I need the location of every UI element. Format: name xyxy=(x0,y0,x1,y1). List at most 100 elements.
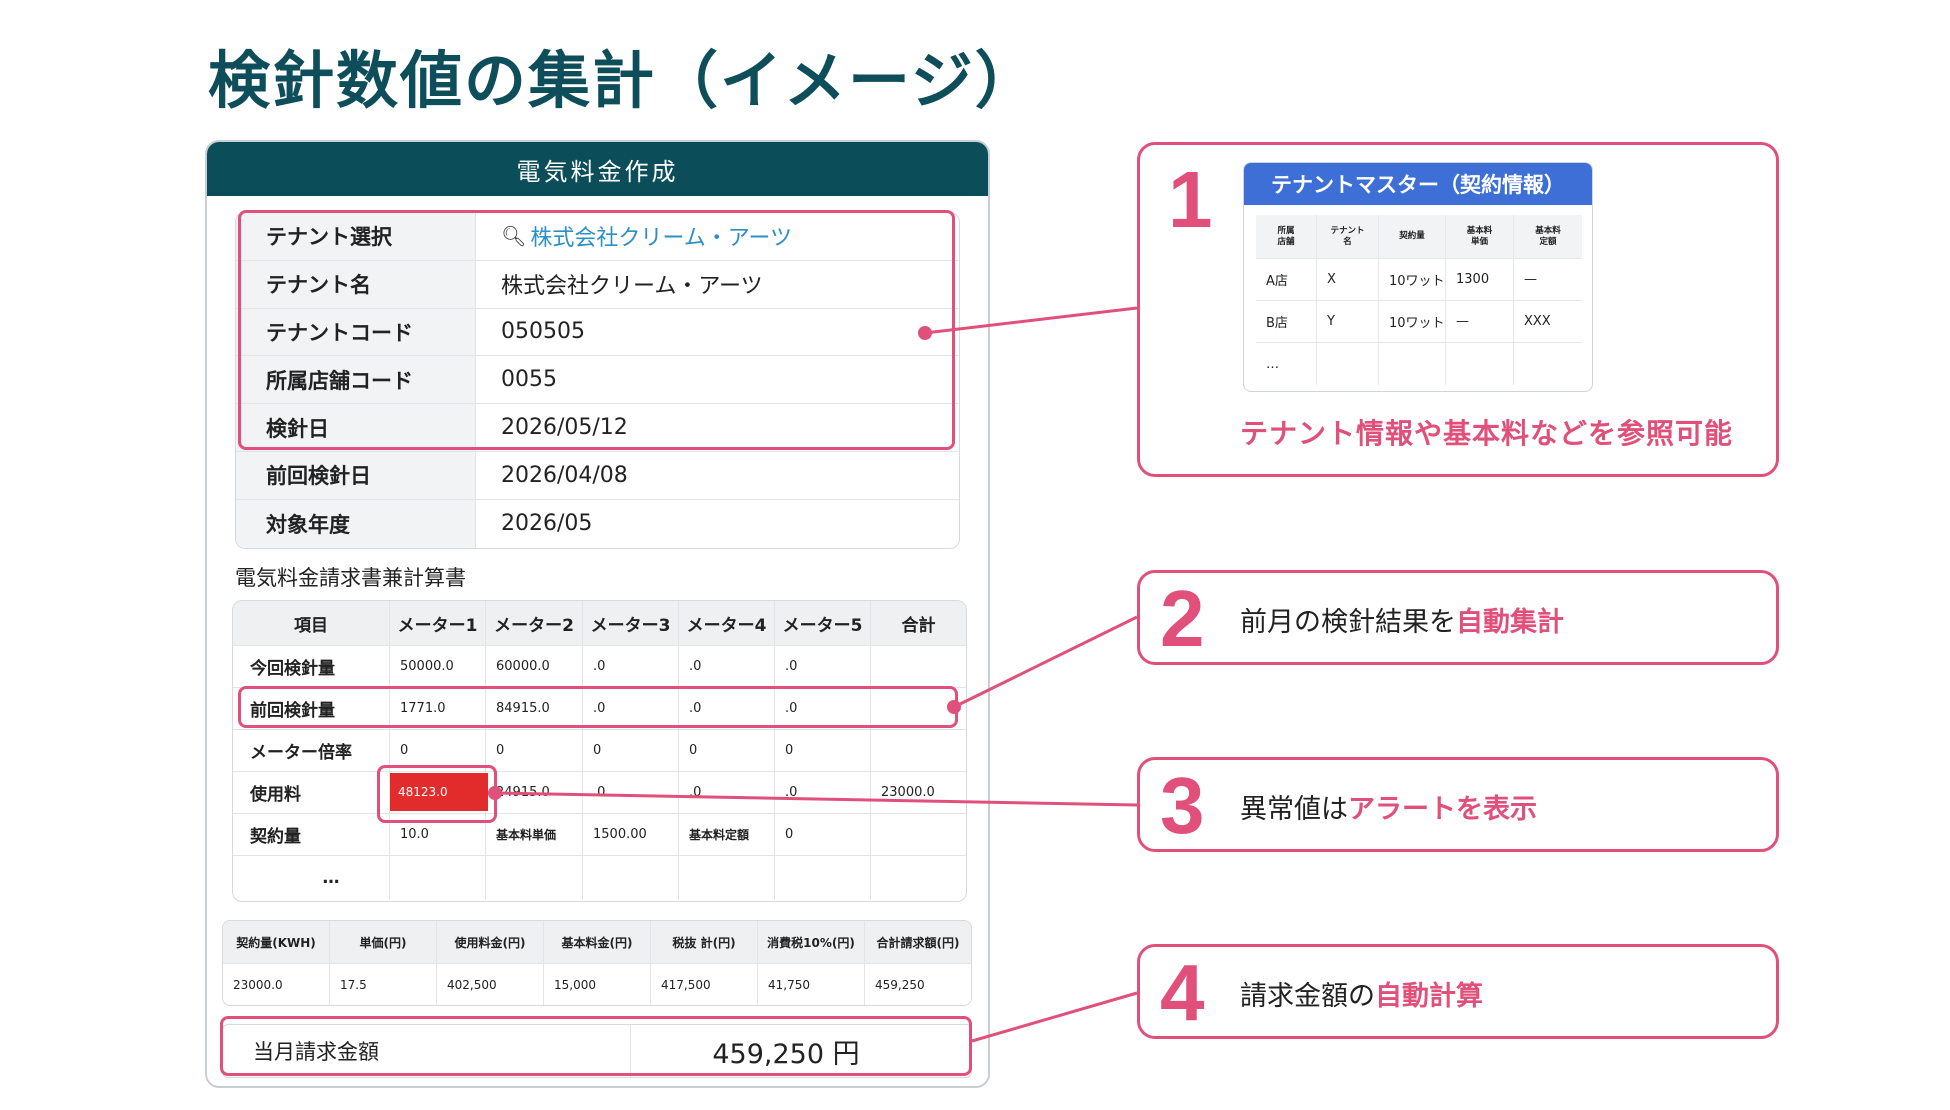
info-row-tenant-select: テナント選択 🔍︎ 株式会社クリーム・アーツ xyxy=(236,213,959,261)
row-label: 今回検針量 xyxy=(233,646,390,687)
table-cell: 50000.0 xyxy=(390,646,486,687)
info-value: 2026/04/08 xyxy=(501,462,628,488)
tenant-master-card: テナントマスター（契約情報） 所属 店舗 テナント 名 契約量 基本料 単価 基… xyxy=(1243,162,1593,392)
tenant-info-table: テナント選択 🔍︎ 株式会社クリーム・アーツ テナント名 株式会社クリーム・アー… xyxy=(235,212,960,549)
table-row: … xyxy=(233,856,966,900)
callout-text-emphasis: アラートを表示 xyxy=(1348,794,1537,825)
info-label: 前回検針日 xyxy=(236,451,476,499)
table-cell: 0 xyxy=(679,730,775,771)
table-cell xyxy=(486,856,583,900)
table-cell: 24915.0 xyxy=(486,772,583,813)
search-icon[interactable]: 🔍︎ xyxy=(501,224,526,248)
tenant-select-link[interactable]: 🔍︎ 株式会社クリーム・アーツ xyxy=(476,213,959,260)
info-label: 対象年度 xyxy=(236,499,476,548)
info-row-reading-date: 検針日 2026/05/12 xyxy=(236,404,959,452)
row-label: … xyxy=(233,856,390,900)
table-header-row: 所属 店舗 テナント 名 契約量 基本料 単価 基本料 定額 xyxy=(1256,215,1582,259)
column-header: メーター2 xyxy=(486,601,583,645)
table-cell: 1771.0 xyxy=(390,688,486,729)
table-cell: .0 xyxy=(775,646,871,687)
table-cell xyxy=(1317,343,1379,385)
table-cell: 0 xyxy=(775,814,871,855)
table-row: 今回検針量 50000.0 60000.0 .0 .0 .0 xyxy=(233,646,966,688)
table-cell: 基本料単価 xyxy=(486,814,583,855)
table-cell: A店 xyxy=(1256,259,1317,300)
table-cell: 10.0 xyxy=(390,814,486,855)
column-header: 契約量 xyxy=(1379,215,1446,258)
table-row: 契約量 10.0 基本料単価 1500.00 基本料定額 0 xyxy=(233,814,966,856)
table-cell xyxy=(583,856,679,900)
table-cell: XXX xyxy=(1524,314,1551,329)
callout-text-emphasis: 自動計算 xyxy=(1375,981,1483,1012)
table-cell: .0 xyxy=(775,772,871,813)
table-cell: Y xyxy=(1317,301,1379,342)
table-cell: 60000.0 xyxy=(486,646,583,687)
table-cell xyxy=(871,646,966,687)
table-cell: 17.5 xyxy=(330,964,437,1005)
table-cell: — xyxy=(1524,272,1537,287)
row-label: 使用料 xyxy=(233,772,390,813)
invoice-form-panel: 電気料金作成 テナント選択 🔍︎ 株式会社クリーム・アーツ テナント名 株式会社… xyxy=(205,140,990,1088)
column-header: 項目 xyxy=(233,601,390,645)
row-label: メーター倍率 xyxy=(233,730,390,771)
column-header: メーター3 xyxy=(583,601,679,645)
table-cell: 10ワット xyxy=(1379,259,1446,300)
table-cell: 41,750 xyxy=(758,964,865,1005)
callout-3-text: 異常値はアラートを表示 xyxy=(1240,787,1537,826)
column-header: 使用料金(円) xyxy=(437,921,544,963)
table-cell: 459,250 xyxy=(875,978,925,992)
tenant-select-value[interactable]: 株式会社クリーム・アーツ xyxy=(530,220,792,252)
connector-4 xyxy=(971,991,1138,1043)
meter-table: 項目 メーター1 メーター2 メーター3 メーター4 メーター5 合計 今回検針… xyxy=(232,600,967,902)
table-cell: 0 xyxy=(390,730,486,771)
table-row: B店 Y 10ワット — XXX xyxy=(1256,301,1582,343)
callout-text-plain: 異常値は xyxy=(1240,794,1348,825)
table-cell: 15,000 xyxy=(544,964,651,1005)
info-value: 050505 xyxy=(501,319,585,345)
info-label: 検針日 xyxy=(236,404,476,451)
info-value: 2026/05/12 xyxy=(501,415,628,441)
info-label: テナント名 xyxy=(236,260,476,308)
table-cell xyxy=(871,856,966,900)
table-cell: 0 xyxy=(486,730,583,771)
table-row: 前回検針量 1771.0 84915.0 .0 .0 .0 xyxy=(233,688,966,730)
table-cell: 0 xyxy=(775,730,871,771)
info-row-target-period: 対象年度 2026/05 xyxy=(236,499,959,548)
info-value: 株式会社クリーム・アーツ xyxy=(501,274,763,300)
table-cell xyxy=(679,856,775,900)
table-cell: 23000.0 xyxy=(223,964,330,1005)
alert-cell: 48123.0 xyxy=(390,773,488,811)
callout-text-plain: 請求金額の xyxy=(1240,981,1375,1012)
table-cell: .0 xyxy=(679,646,775,687)
callout-text-plain: 前月の検針結果を xyxy=(1240,607,1456,638)
total-value: 459,250 円 xyxy=(712,1038,860,1070)
callout-number: 3 xyxy=(1160,761,1205,850)
table-cell xyxy=(871,730,966,771)
table-cell: .0 xyxy=(775,688,871,729)
table-cell: X xyxy=(1317,259,1379,300)
page-title: 検針数値の集計（イメージ） xyxy=(208,44,1039,117)
info-row-tenant-name: テナント名 株式会社クリーム・アーツ xyxy=(236,260,959,309)
callout-2-text: 前月の検針結果を自動集計 xyxy=(1240,600,1564,639)
info-row-tenant-code: テナントコード 050505 xyxy=(236,308,959,357)
callout-1-caption: テナント情報や基本料などを参照可能 xyxy=(1240,417,1734,450)
table-cell: .0 xyxy=(583,688,679,729)
total-label: 当月請求金額 xyxy=(223,1025,631,1077)
table-row: A店 X 10ワット 1300 — xyxy=(1256,259,1582,301)
info-label: 所属店舗コード xyxy=(236,356,476,404)
table-cell: 1300 xyxy=(1446,259,1514,300)
table-row: … xyxy=(1256,343,1582,385)
column-header: 基本料 単価 xyxy=(1446,215,1514,258)
table-cell: 基本料定額 xyxy=(679,814,775,855)
table-cell xyxy=(1514,343,1582,385)
table-cell xyxy=(871,814,966,855)
column-header: メーター1 xyxy=(390,601,486,645)
info-value: 0055 xyxy=(501,367,557,393)
table-cell: 48123.0 xyxy=(390,772,488,813)
table-cell xyxy=(1379,343,1446,385)
table-cell xyxy=(1446,343,1514,385)
panel-header: 電気料金作成 xyxy=(207,142,988,196)
table-cell: — xyxy=(1446,301,1514,342)
table-cell: B店 xyxy=(1256,301,1317,342)
table-cell: .0 xyxy=(583,646,679,687)
